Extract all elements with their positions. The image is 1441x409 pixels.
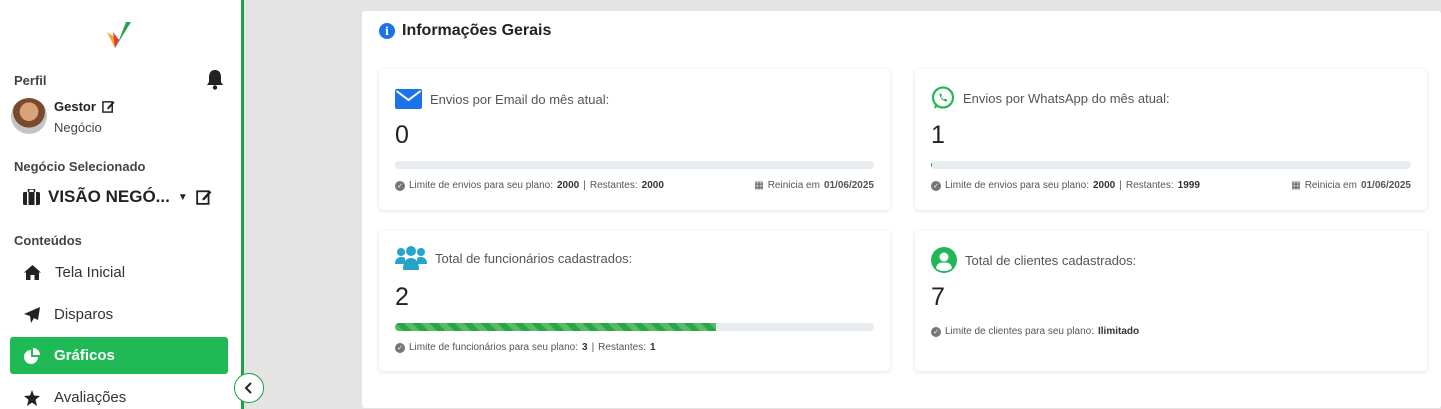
- calendar-icon: ▦: [754, 180, 764, 191]
- card-title: Total de clientes cadastrados:: [965, 252, 1137, 268]
- limit-label: Limite de envios para seu plano:: [945, 180, 1089, 191]
- remaining-value: 1999: [1177, 180, 1200, 191]
- business-selector[interactable]: VISÃO NEGÓ... ▼: [23, 187, 212, 207]
- reset-label: Reinicia em: [767, 180, 820, 191]
- reset-date-value: 01/06/2025: [1360, 180, 1411, 191]
- logo-checkmark-icon: [107, 22, 131, 48]
- reset-date-value: 01/06/2025: [823, 180, 874, 191]
- progress-bar: [931, 161, 1411, 169]
- edit-business-icon[interactable]: [195, 189, 212, 205]
- user-circle-icon: [931, 247, 957, 273]
- progress-fill: [395, 323, 716, 331]
- remaining-value: 2000: [641, 180, 664, 191]
- caret-down-icon[interactable]: ▼: [178, 192, 188, 203]
- send-icon: [24, 306, 40, 323]
- home-icon: [24, 265, 41, 280]
- user-name: Gestor: [54, 99, 115, 114]
- sidebar-item-label: Avaliações: [54, 389, 127, 406]
- card-footer: ✓ Limite de envios para seu plano: 2000 …: [931, 180, 1200, 191]
- business-section-title: Negócio Selecionado: [14, 159, 146, 174]
- clients-stats-card: Total de clientes cadastrados: 7 ✓ Limit…: [915, 231, 1427, 371]
- page-title: i Informações Gerais: [379, 22, 551, 40]
- notification-bell-icon[interactable]: [205, 68, 225, 90]
- card-value: 1: [931, 121, 945, 149]
- progress-fill: [931, 161, 933, 169]
- progress-bar: [395, 323, 874, 331]
- check-circle-icon: ✓: [931, 326, 941, 337]
- remaining-label: Restantes:: [1125, 180, 1174, 191]
- user-role: Negócio: [54, 120, 102, 135]
- remaining-value: 1: [649, 342, 656, 353]
- card-header: Total de funcionários cadastrados:: [395, 245, 632, 271]
- briefcase-icon: [23, 189, 40, 205]
- sidebar-item-label: Tela Inicial: [55, 264, 126, 281]
- email-stats-card: Envios por Email do mês atual: 0 ✓ Limit…: [379, 69, 890, 210]
- pie-chart-icon: [24, 347, 40, 364]
- card-header: Envios por Email do mês atual:: [395, 89, 609, 109]
- whatsapp-stats-card: Envios por WhatsApp do mês atual: 1 ✓ Li…: [915, 69, 1427, 210]
- check-circle-icon: ✓: [395, 342, 405, 353]
- card-title: Envios por WhatsApp do mês atual:: [963, 90, 1170, 106]
- edit-profile-icon[interactable]: [102, 100, 115, 113]
- sidebar-item-disparos[interactable]: Disparos: [10, 296, 228, 333]
- reset-date: ▦ Reinicia em 01/06/2025: [754, 180, 874, 191]
- business-name: VISÃO NEGÓ...: [48, 187, 170, 206]
- separator: |: [591, 342, 595, 353]
- card-header: Envios por WhatsApp do mês atual:: [931, 86, 1170, 110]
- limit-label: Limite de clientes para seu plano:: [945, 326, 1094, 337]
- limit-value: Ilimitado: [1097, 326, 1140, 337]
- separator: |: [1119, 180, 1122, 191]
- star-icon: [24, 389, 40, 406]
- avatar[interactable]: [11, 98, 47, 134]
- limit-value: 2000: [1092, 180, 1116, 191]
- card-footer: ✓ Limite de funcionários para seu plano:…: [395, 342, 656, 353]
- sidebar-item-avaliacoes[interactable]: Avaliações: [10, 379, 228, 409]
- check-circle-icon: ✓: [931, 180, 941, 191]
- card-footer: ✓ Limite de envios para seu plano: 2000 …: [395, 180, 664, 191]
- card-value: 2: [395, 283, 409, 311]
- card-header: Total de clientes cadastrados:: [931, 247, 1136, 273]
- remaining-label: Restantes:: [589, 180, 638, 191]
- card-title: Envios por Email do mês atual:: [430, 91, 610, 107]
- reset-date: ▦ Reinicia em 01/06/2025: [1291, 180, 1411, 191]
- sidebar-item-label: Disparos: [54, 306, 114, 323]
- info-icon: i: [379, 23, 395, 39]
- user-name-label: Gestor: [54, 99, 96, 114]
- profile-section-title: Perfil: [14, 73, 47, 88]
- progress-bar: [395, 161, 874, 169]
- sidebar: Perfil Gestor Negócio Negócio Selecionad…: [0, 0, 241, 409]
- email-icon: [395, 89, 422, 109]
- collapse-sidebar-button[interactable]: [234, 373, 264, 403]
- check-circle-icon: ✓: [395, 180, 405, 191]
- sidebar-item-home[interactable]: Tela Inicial: [10, 254, 228, 291]
- limit-label: Limite de envios para seu plano:: [409, 180, 553, 191]
- contents-section-title: Conteúdos: [14, 233, 82, 248]
- limit-value: 2000: [556, 180, 580, 191]
- calendar-icon: ▦: [1291, 180, 1301, 191]
- limit-value: 3: [582, 342, 588, 353]
- limit-label: Limite de funcionários para seu plano:: [409, 342, 578, 353]
- card-title: Total de funcionários cadastrados:: [435, 250, 633, 266]
- whatsapp-icon: [931, 86, 955, 109]
- chevron-left-icon: [244, 382, 252, 394]
- separator: |: [583, 180, 586, 191]
- card-value: 0: [395, 121, 409, 149]
- card-footer: ✓ Limite de clientes para seu plano: Ili…: [931, 326, 1139, 337]
- users-icon: [395, 246, 427, 270]
- sidebar-item-graficos[interactable]: Gráficos: [10, 337, 228, 374]
- employees-stats-card: Total de funcionários cadastrados: 2 ✓ L…: [379, 231, 890, 371]
- remaining-label: Restantes:: [598, 342, 646, 353]
- sidebar-border: [241, 0, 244, 409]
- sidebar-item-label: Gráficos: [54, 347, 115, 364]
- reset-label: Reinicia em: [1304, 180, 1357, 191]
- page-title-label: Informações Gerais: [402, 22, 552, 39]
- card-value: 7: [931, 283, 945, 311]
